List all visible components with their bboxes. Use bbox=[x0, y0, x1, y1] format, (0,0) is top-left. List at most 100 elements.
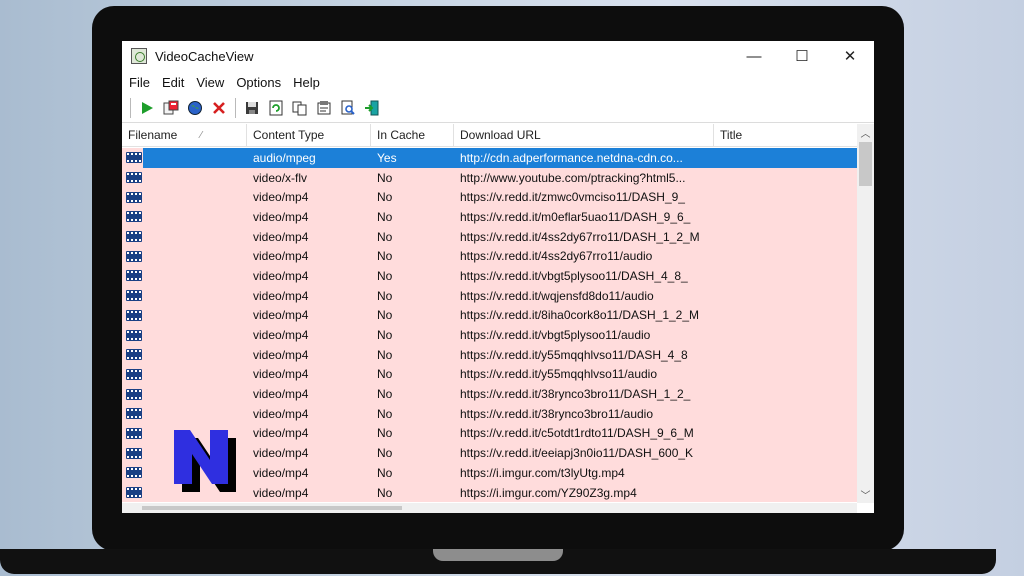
row-download-url: https://v.redd.it/m0eflar5uao11/DASH_9_6… bbox=[460, 209, 691, 224]
row-filename bbox=[122, 408, 247, 420]
table-row[interactable]: video/mp4 No https://v.redd.it/8iha0cork8o… bbox=[122, 305, 857, 326]
vertical-scrollbar[interactable]: ︿ ﹀ bbox=[857, 124, 874, 503]
column-header-download-url[interactable]: Download URL bbox=[454, 124, 714, 146]
row-content-type: video/mp4 bbox=[253, 446, 309, 461]
video-file-icon bbox=[126, 467, 142, 479]
vertical-scroll-thumb[interactable] bbox=[859, 142, 872, 186]
row-in-cache: No bbox=[377, 170, 393, 185]
row-download-url: https://v.redd.it/y55mqqhlvso11/DASH_4_8 bbox=[460, 347, 688, 362]
table-row[interactable]: video/x-flv No http://www.youtube.com/ptra… bbox=[122, 167, 857, 188]
copy-files-icon[interactable] bbox=[161, 98, 181, 118]
row-filename bbox=[122, 349, 247, 361]
row-in-cache: No bbox=[377, 288, 393, 303]
row-download-url: https://v.redd.it/c5otdt1rdto11/DASH_9_6… bbox=[460, 426, 694, 441]
video-file-icon bbox=[126, 427, 142, 439]
properties-icon[interactable] bbox=[314, 98, 334, 118]
column-header-title[interactable]: Title bbox=[714, 124, 857, 146]
scroll-up-icon[interactable]: ︿ bbox=[857, 124, 874, 141]
row-content-type: video/x-flv bbox=[253, 170, 308, 185]
window-title: VideoCacheView bbox=[155, 48, 254, 64]
row-download-url: https://v.redd.it/vbgt5plysoo11/DASH_4_8… bbox=[460, 268, 688, 283]
menu-bar: File Edit View Options Help bbox=[122, 71, 874, 93]
row-content-type: video/mp4 bbox=[253, 190, 309, 205]
table-row[interactable]: audio/mpeg Yes http://cdn.adperformance.ne… bbox=[122, 148, 857, 168]
refresh-icon[interactable] bbox=[266, 98, 286, 118]
menu-help[interactable]: Help bbox=[288, 75, 327, 90]
video-file-icon bbox=[126, 211, 142, 223]
menu-options[interactable]: Options bbox=[231, 75, 288, 90]
table-row[interactable]: video/mp4 No https://v.redd.it/wqjensfd8do… bbox=[122, 285, 857, 306]
video-file-icon bbox=[126, 408, 142, 420]
row-in-cache: No bbox=[377, 328, 393, 343]
row-in-cache: Yes bbox=[377, 150, 397, 165]
table-row[interactable]: video/mp4 No https://v.redd.it/vbgt5plysoo… bbox=[122, 325, 857, 345]
scroll-down-icon[interactable]: ﹀ bbox=[857, 486, 874, 503]
video-file-icon bbox=[126, 349, 142, 361]
video-file-icon bbox=[126, 270, 142, 282]
save-icon[interactable] bbox=[242, 98, 262, 118]
row-in-cache: No bbox=[377, 268, 393, 283]
copy-icon[interactable] bbox=[290, 98, 310, 118]
row-content-type: video/mp4 bbox=[253, 387, 309, 402]
maximize-button[interactable]: ☐ bbox=[778, 41, 826, 71]
column-header-content-type[interactable]: Content Type bbox=[247, 124, 371, 146]
row-download-url: https://v.redd.it/wqjensfd8do11/audio bbox=[460, 288, 654, 303]
row-download-url: https://v.redd.it/4ss2dy67rro11/audio bbox=[460, 249, 653, 264]
globe-icon[interactable] bbox=[185, 98, 205, 118]
row-download-url: https://v.redd.it/38rynco3bro11/DASH_1_2… bbox=[460, 387, 691, 402]
video-file-icon bbox=[126, 487, 142, 499]
row-filename bbox=[122, 231, 247, 243]
table-row[interactable]: video/mp4 No https://v.redd.it/zmwc0vmciso… bbox=[122, 187, 857, 208]
row-download-url: http://www.youtube.com/ptracking?html5..… bbox=[460, 170, 686, 185]
row-in-cache: No bbox=[377, 249, 393, 264]
row-filename bbox=[122, 388, 247, 400]
row-content-type: video/mp4 bbox=[253, 249, 309, 264]
title-bar: VideoCacheView — ☐ ✕ bbox=[122, 41, 874, 71]
row-content-type: video/mp4 bbox=[253, 308, 309, 323]
column-header-in-cache[interactable]: In Cache bbox=[371, 124, 454, 146]
toolbar-separator bbox=[235, 97, 236, 118]
table-row[interactable]: video/mp4 No https://v.redd.it/m0eflar5uao… bbox=[122, 207, 857, 227]
close-button[interactable]: ✕ bbox=[826, 41, 874, 71]
row-content-type: video/mp4 bbox=[253, 426, 309, 441]
horizontal-scrollbar[interactable] bbox=[122, 503, 857, 513]
row-content-type: video/mp4 bbox=[253, 367, 309, 382]
video-file-icon bbox=[126, 388, 142, 400]
row-download-url: https://v.redd.it/y55mqqhlvso11/audio bbox=[460, 367, 658, 382]
menu-edit[interactable]: Edit bbox=[157, 75, 191, 90]
row-filename bbox=[122, 290, 247, 302]
find-icon[interactable] bbox=[338, 98, 358, 118]
menu-view[interactable]: View bbox=[191, 75, 231, 90]
table-row[interactable]: video/mp4 No https://v.redd.it/y55mqqhlvso… bbox=[122, 344, 857, 365]
row-in-cache: No bbox=[377, 465, 393, 480]
row-download-url: https://v.redd.it/8iha0cork8o11/DASH_1_2… bbox=[460, 308, 700, 323]
row-in-cache: No bbox=[377, 209, 393, 224]
list-header: Filename ⁄ Content Type In Cache Download… bbox=[122, 124, 857, 147]
table-row[interactable]: video/mp4 No https://v.redd.it/38rynco3bro… bbox=[122, 403, 857, 424]
delete-icon[interactable] bbox=[209, 98, 229, 118]
minimize-button[interactable]: — bbox=[730, 41, 778, 71]
laptop-notch bbox=[433, 549, 563, 561]
row-filename bbox=[122, 309, 247, 321]
row-filename bbox=[122, 152, 247, 164]
table-row[interactable]: video/mp4 No https://v.redd.it/4ss2dy67rro… bbox=[122, 226, 857, 247]
table-row[interactable]: video/mp4 No https://v.redd.it/vbgt5plysoo… bbox=[122, 266, 857, 286]
row-in-cache: No bbox=[377, 426, 393, 441]
table-row[interactable]: video/mp4 No https://v.redd.it/38rynco3bro… bbox=[122, 384, 857, 404]
video-file-icon bbox=[126, 231, 142, 243]
row-content-type: video/mp4 bbox=[253, 485, 309, 500]
window-controls: — ☐ ✕ bbox=[730, 41, 874, 71]
horizontal-scroll-thumb[interactable] bbox=[142, 506, 402, 510]
row-filename bbox=[122, 270, 247, 282]
video-file-icon bbox=[126, 309, 142, 321]
row-filename bbox=[122, 191, 247, 203]
column-header-filename[interactable]: Filename ⁄ bbox=[122, 124, 247, 146]
play-icon[interactable] bbox=[137, 98, 157, 118]
table-row[interactable]: video/mp4 No https://v.redd.it/y55mqqhlvso… bbox=[122, 364, 857, 385]
exit-icon[interactable] bbox=[362, 98, 382, 118]
menu-file[interactable]: File bbox=[124, 75, 157, 90]
toolbar-separator bbox=[130, 97, 131, 118]
row-content-type: video/mp4 bbox=[253, 209, 309, 224]
row-filename bbox=[122, 329, 247, 341]
table-row[interactable]: video/mp4 No https://v.redd.it/4ss2dy67rro… bbox=[122, 246, 857, 267]
